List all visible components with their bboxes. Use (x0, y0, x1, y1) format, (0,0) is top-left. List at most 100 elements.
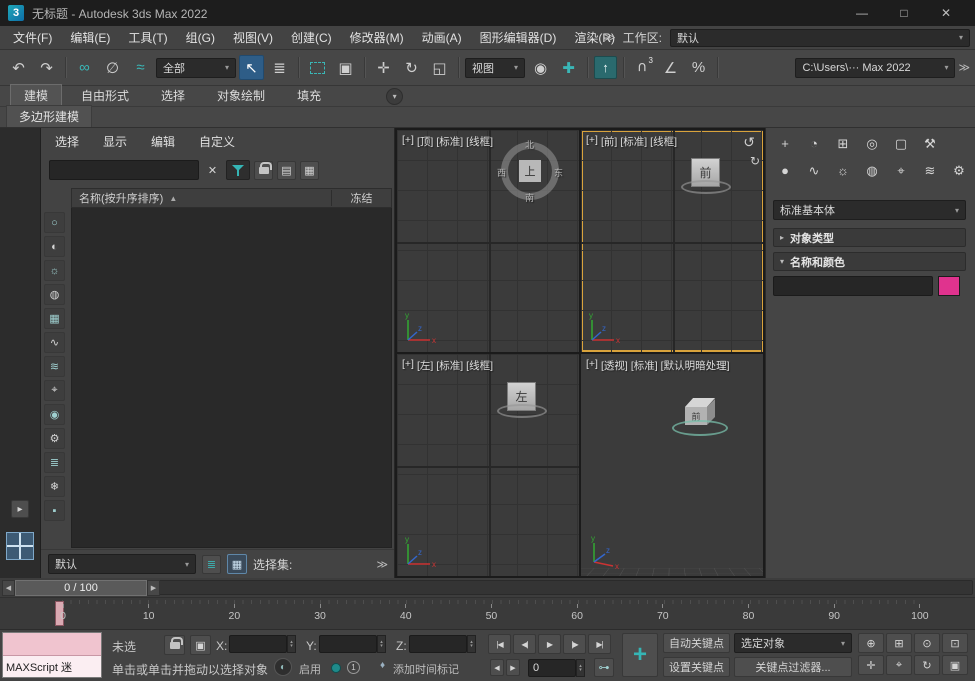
select-and-scale-button[interactable]: ◱ (427, 55, 452, 80)
viewport-label[interactable]: [线框] (466, 358, 493, 373)
explorer-filter-icon[interactable]: ∿ (44, 332, 65, 353)
helpers-category-icon[interactable]: ⌖ (888, 159, 914, 182)
zoom-region-icon[interactable]: ⊡ (942, 633, 968, 653)
time-slider-handle[interactable]: 0 / 100 (15, 580, 147, 596)
viewport-label[interactable]: [标准] (620, 134, 647, 149)
previous-key-button[interactable]: ◀ (490, 659, 504, 676)
column-settings-icon[interactable]: ▦ (300, 161, 319, 180)
hierarchy-tab-icon[interactable]: ⊞ (830, 132, 856, 155)
zoom-icon[interactable]: ⊕ (858, 633, 884, 653)
ribbon-tab-populate[interactable]: 填充 (284, 85, 334, 106)
orbit-arrow-icon[interactable]: ↺ (743, 134, 755, 151)
percent-snap-toggle[interactable]: % (686, 55, 711, 80)
notification-badge[interactable]: 1 (347, 661, 360, 674)
spinner-icon[interactable] (467, 635, 476, 653)
scene-security-icon[interactable]: ◐ (274, 658, 292, 676)
spinner-icon[interactable] (377, 635, 386, 653)
walk-through-icon[interactable]: ⌖ (886, 655, 912, 675)
explorer-filter-icon[interactable]: ≋ (44, 356, 65, 377)
track-bar[interactable]: 0102030405060708090100 (0, 598, 975, 630)
reference-coordinate-dropdown[interactable]: 视图 ▾ (465, 58, 525, 78)
window-crossing-toggle[interactable]: ▣ (333, 55, 358, 80)
viewcube[interactable]: 上 北 东 南 西 (501, 142, 559, 200)
modify-tab-icon[interactable]: ◔ (801, 132, 827, 155)
ribbon-tab-selection[interactable]: 选择 (148, 85, 198, 106)
transform-typein-toggle[interactable]: ▣ (190, 635, 211, 655)
minimize-button[interactable]: — (841, 0, 883, 26)
ribbon-tab-object-paint[interactable]: 对象绘制 (204, 85, 278, 106)
name-and-color-rollout[interactable]: ▾ 名称和颜色 (773, 252, 966, 271)
explorer-filter-icon[interactable]: ○ (44, 212, 65, 233)
menu-item[interactable]: 编辑(E) (61, 26, 119, 49)
select-by-name-button[interactable]: ≣ (267, 55, 292, 80)
viewport-label[interactable]: [+] (586, 134, 598, 149)
z-coordinate-field[interactable] (409, 635, 467, 653)
name-column-header[interactable]: 名称(按升序排序) ▲ (72, 190, 331, 206)
viewport-label[interactable]: [默认明暗处理] (661, 358, 730, 373)
viewport-left[interactable]: [+][左][标准][线框] 左 x y z (397, 354, 579, 576)
utilities-tab-icon[interactable]: ⚒ (917, 132, 943, 155)
systems-category-icon[interactable]: ⚙ (946, 159, 972, 182)
viewport-label[interactable]: [前] (601, 134, 617, 149)
listener-script-line[interactable]: MAXScript 迷 (3, 656, 101, 677)
viewcube-compass-ring[interactable] (681, 180, 731, 194)
new-layer-icon[interactable]: ▦ (227, 554, 247, 574)
explorer-filter-icon[interactable]: ≣ (44, 452, 65, 473)
explorer-filter-icon[interactable]: ◐ (44, 236, 65, 257)
scene-object-list[interactable] (71, 208, 392, 548)
menu-item[interactable]: 图形编辑器(D) (471, 26, 566, 49)
viewport-label[interactable]: [线框] (466, 134, 493, 149)
snaps-toggle-button[interactable]: ∪ 3 (630, 55, 655, 80)
geometry-category-icon[interactable]: ● (772, 159, 798, 182)
y-coordinate-field[interactable] (319, 635, 377, 653)
viewport-top[interactable]: [+][顶][标准][线框] 上 北 东 南 西 x y z (397, 130, 579, 352)
zoom-extents-icon[interactable]: ⊙ (914, 633, 940, 653)
menu-item[interactable]: 修改器(M) (341, 26, 413, 49)
set-key-filter-dropdown[interactable]: 选定对象 ▾ (734, 633, 852, 653)
menu-item[interactable]: 文件(F) (4, 26, 61, 49)
orbit-arrow-icon[interactable]: ↻ (750, 154, 760, 168)
selection-lock-toggle[interactable] (164, 635, 185, 655)
x-coordinate-field[interactable] (229, 635, 287, 653)
object-color-swatch[interactable] (938, 276, 960, 296)
toolbar-overflow-icon[interactable]: ≫ (376, 558, 387, 571)
next-key-button[interactable]: ▶ (506, 659, 520, 676)
search-input[interactable] (49, 160, 199, 180)
pan-icon[interactable]: ✛ (858, 655, 884, 675)
viewport-label[interactable]: [顶] (417, 134, 433, 149)
viewport-label[interactable]: [标准] (436, 134, 463, 149)
spinner-icon[interactable] (287, 635, 296, 653)
explorer-filter-icon[interactable]: ☼ (44, 260, 65, 281)
menu-item[interactable]: 创建(C) (282, 26, 341, 49)
lights-category-icon[interactable]: ☼ (830, 159, 856, 182)
motion-tab-icon[interactable]: ◎ (859, 132, 885, 155)
viewport-label[interactable]: [左] (417, 358, 433, 373)
explorer-filter-icon[interactable]: ▪ (44, 500, 65, 521)
toolbar-overflow-icon[interactable]: ≫ (604, 31, 615, 44)
time-slider[interactable]: ◀ 0 / 100 ▶ (0, 578, 975, 598)
lock-explorer-button[interactable] (254, 161, 273, 180)
display-tab-icon[interactable]: ▢ (888, 132, 914, 155)
bind-to-space-warp-icon[interactable]: ≈ (128, 55, 153, 80)
explorer-menu-customize[interactable]: 自定义 (199, 133, 235, 150)
redo-button[interactable]: ↷ (34, 55, 59, 80)
viewport-front[interactable]: [+][前][标准][线框] ↺ ↻ 前 x y z (581, 130, 763, 352)
orbit-icon[interactable]: ↻ (914, 655, 940, 675)
select-and-link-icon[interactable]: ∞ (72, 55, 97, 80)
clear-search-icon[interactable]: ✕ (203, 161, 222, 180)
manage-layers-icon[interactable]: ≣ (202, 555, 221, 574)
use-pivot-point-button[interactable]: ◉ (528, 55, 553, 80)
object-name-field[interactable] (773, 276, 933, 296)
viewcube[interactable]: 左 (499, 378, 545, 432)
current-frame-field[interactable] (528, 659, 576, 677)
menu-item[interactable]: 视图(V) (224, 26, 282, 49)
key-mode-toggle-button[interactable]: ⊶ (594, 658, 614, 677)
viewport-label[interactable]: [+] (402, 134, 414, 149)
auto-key-button[interactable]: 自动关键点 (663, 633, 730, 653)
set-keys-button[interactable]: + (622, 633, 658, 677)
select-and-move-button[interactable]: ✛ (371, 55, 396, 80)
key-filters-button[interactable]: 关键点过滤器... (734, 657, 852, 677)
go-to-start-button[interactable]: |◀ (488, 634, 511, 654)
polygon-modeling-panel-tab[interactable]: 多边形建模 (6, 105, 92, 127)
keyboard-shortcut-override-toggle[interactable]: ↑ (594, 56, 617, 79)
